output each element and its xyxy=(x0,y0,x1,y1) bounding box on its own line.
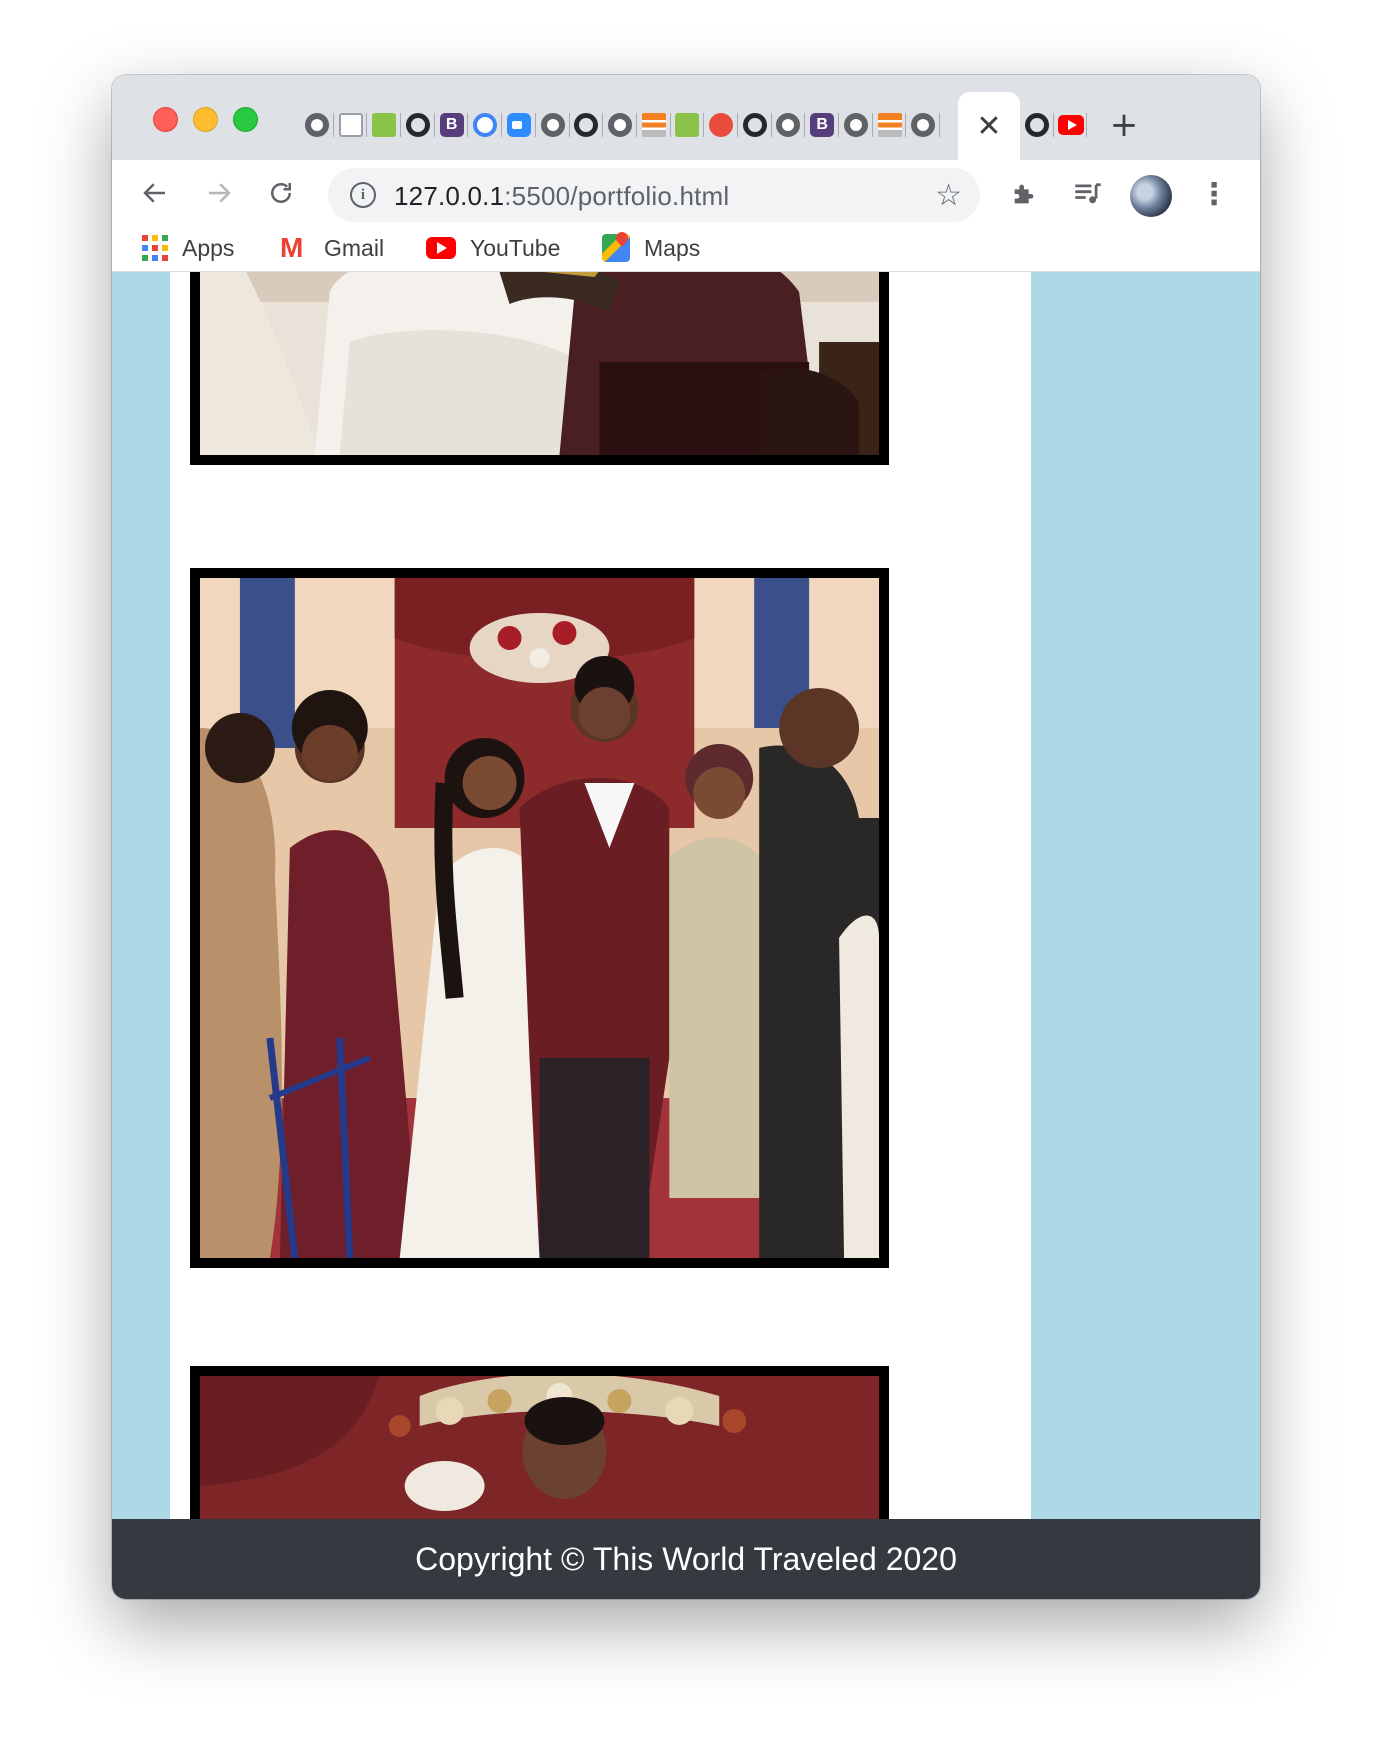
asterisk-icon xyxy=(709,113,734,137)
wedding-photo-image xyxy=(200,272,879,455)
globe-icon xyxy=(540,113,565,137)
copyright-text: Copyright © This World Traveled 2020 xyxy=(415,1540,957,1577)
puzzle-icon xyxy=(1014,184,1034,204)
tab[interactable]: B xyxy=(435,108,469,142)
globe-icon xyxy=(843,113,868,137)
extensions-puzzle-icon[interactable] xyxy=(1002,172,1046,216)
bookmark-label: Apps xyxy=(182,234,235,261)
globe-icon xyxy=(304,113,329,137)
tab[interactable] xyxy=(637,108,671,142)
maps-icon xyxy=(602,234,630,262)
bookmark-label: YouTube xyxy=(470,234,561,261)
bookmark-maps[interactable]: Maps xyxy=(602,233,700,263)
arrow-left-icon xyxy=(143,183,165,203)
tab[interactable] xyxy=(1054,108,1088,142)
url-path: :5500/portfolio.html xyxy=(504,181,730,211)
media-control-icon[interactable] xyxy=(1066,172,1110,216)
wedding-photo-image xyxy=(200,578,879,1258)
tab[interactable] xyxy=(873,108,907,142)
maximize-window-button[interactable] xyxy=(233,107,258,132)
bookmark-youtube[interactable]: YouTube xyxy=(426,233,560,263)
tab[interactable]: B xyxy=(805,108,839,142)
site-icon xyxy=(675,113,700,137)
youtube-icon xyxy=(1057,115,1084,135)
tab-list: B B xyxy=(300,108,940,142)
bookmark-gmail[interactable]: Gmail xyxy=(280,232,385,264)
tab[interactable] xyxy=(1020,108,1054,142)
bookmark-star-icon[interactable]: ☆ xyxy=(935,178,962,213)
bootstrap-icon: B xyxy=(439,113,464,137)
playlist-music-icon xyxy=(1075,183,1101,204)
github-icon xyxy=(742,113,767,137)
bookmark-apps[interactable]: Apps xyxy=(142,233,234,263)
toolbar: i 127.0.0.1:5500/portfolio.html ☆ ⋮ xyxy=(112,160,1260,227)
tab[interactable] xyxy=(603,108,637,142)
github-icon xyxy=(1024,113,1049,137)
close-tab-icon[interactable]: ✕ xyxy=(958,92,1020,160)
info-icon[interactable]: i xyxy=(350,182,376,208)
close-window-button[interactable] xyxy=(153,107,178,132)
globe-icon xyxy=(608,113,633,137)
forward-button[interactable] xyxy=(196,170,242,216)
content-column xyxy=(170,272,1031,1599)
reload-icon xyxy=(271,183,291,203)
tab[interactable] xyxy=(704,108,738,142)
bookmark-label: Gmail xyxy=(324,234,385,261)
tab[interactable] xyxy=(906,108,940,142)
url-text[interactable]: 127.0.0.1:5500/portfolio.html xyxy=(394,181,729,212)
new-tab-button[interactable]: + xyxy=(1102,103,1146,147)
tab[interactable] xyxy=(334,108,368,142)
zoom-icon xyxy=(506,113,531,137)
site-icon xyxy=(372,113,397,137)
tab[interactable] xyxy=(570,108,604,142)
reload-button[interactable] xyxy=(258,170,304,216)
minimize-window-button[interactable] xyxy=(193,107,218,132)
active-tab[interactable]: ✕ xyxy=(958,92,1020,160)
tab[interactable] xyxy=(536,108,570,142)
bookmark-label: Maps xyxy=(644,234,701,261)
tab[interactable] xyxy=(772,108,806,142)
tab[interactable] xyxy=(738,108,772,142)
tab[interactable] xyxy=(839,108,873,142)
tab-list-right xyxy=(1020,108,1088,142)
apps-grid-icon xyxy=(142,235,168,261)
tab[interactable] xyxy=(671,108,705,142)
github-icon xyxy=(574,113,599,137)
page-footer: Copyright © This World Traveled 2020 xyxy=(112,1519,1260,1599)
browser-window: B B ✕ + i 127.0.0.1:5500/portfolio.html … xyxy=(112,75,1260,1599)
document-icon xyxy=(338,113,363,137)
url-host: 127.0.0.1 xyxy=(394,181,505,211)
back-button[interactable] xyxy=(132,170,178,216)
bootstrap-icon: B xyxy=(810,113,835,137)
menu-kebab-icon[interactable]: ⋮ xyxy=(1192,172,1236,216)
profile-avatar[interactable] xyxy=(1130,175,1172,217)
address-bar[interactable]: i 127.0.0.1:5500/portfolio.html ☆ xyxy=(328,168,980,222)
tab[interactable] xyxy=(367,108,401,142)
youtube-icon xyxy=(426,237,456,259)
bookmarks-bar: Apps Gmail YouTube Maps xyxy=(112,227,1260,272)
stackoverflow-icon xyxy=(641,113,666,137)
tab[interactable] xyxy=(468,108,502,142)
tab[interactable] xyxy=(401,108,435,142)
tab[interactable] xyxy=(502,108,536,142)
globe-icon xyxy=(776,113,801,137)
github-icon xyxy=(405,113,430,137)
tab-strip: B B ✕ + xyxy=(112,75,1260,160)
tab[interactable] xyxy=(300,108,334,142)
gmail-icon xyxy=(280,232,310,264)
sync-icon xyxy=(473,113,498,137)
portfolio-photo-2 xyxy=(190,568,889,1268)
globe-icon xyxy=(911,113,936,137)
portfolio-photo-1 xyxy=(190,272,889,465)
arrow-right-icon xyxy=(209,183,231,203)
stackoverflow-icon xyxy=(877,113,902,137)
page-viewport[interactable]: Copyright © This World Traveled 2020 xyxy=(112,272,1260,1599)
